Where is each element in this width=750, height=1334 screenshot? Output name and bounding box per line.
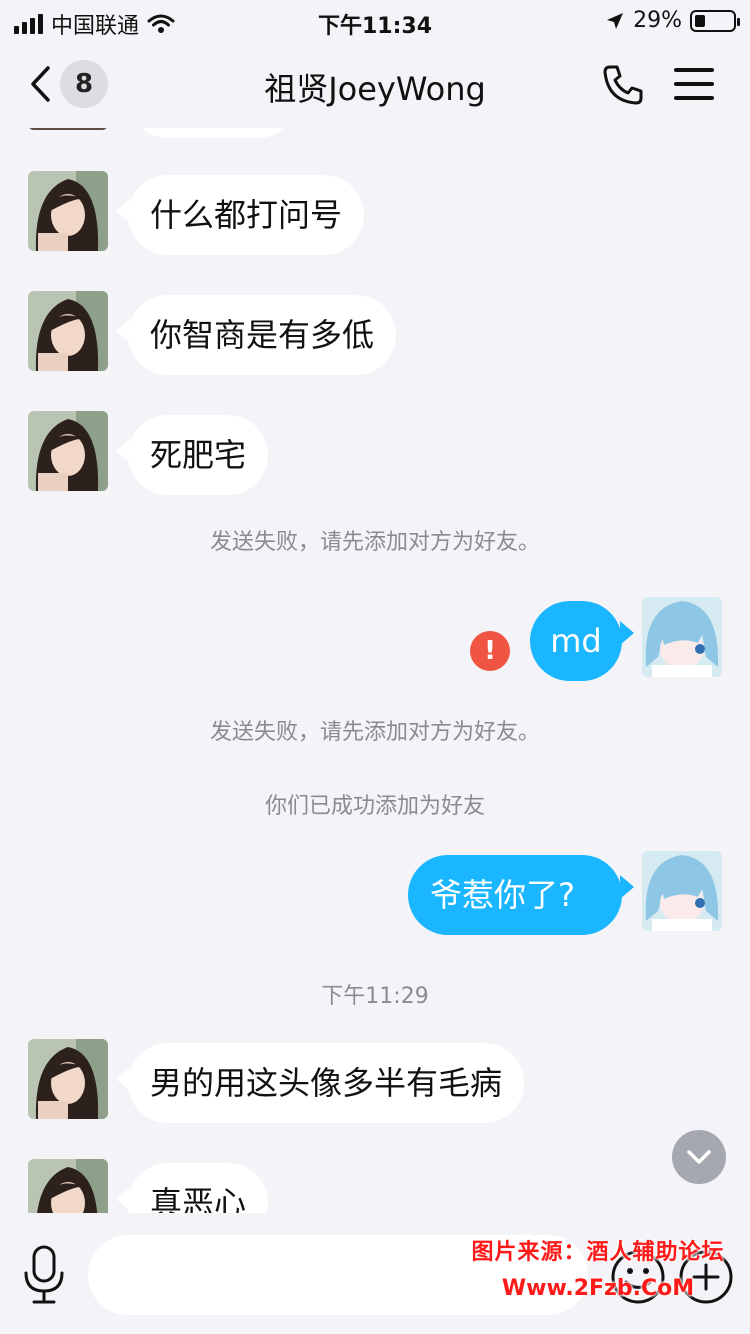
contact-avatar[interactable]	[28, 291, 108, 371]
location-arrow-icon	[607, 12, 624, 29]
contact-avatar[interactable]	[28, 171, 108, 251]
message-bubble[interactable]: 真恶心	[128, 1163, 269, 1213]
my-avatar[interactable]	[642, 597, 722, 677]
chat-screen: 中国联通 下午11:34 29% 8 祖贤JoeyWong 什么都打问号 你智商…	[0, 0, 750, 1334]
message-bubble[interactable]	[128, 128, 298, 138]
menu-icon[interactable]	[672, 64, 716, 104]
chevron-down-icon	[687, 1150, 711, 1164]
contact-avatar[interactable]	[28, 1039, 108, 1119]
watermark: 图片来源：酒人辅助论坛 Www.2Fzb.CoM	[458, 1234, 738, 1301]
contact-avatar[interactable]	[28, 1159, 108, 1213]
battery-icon	[690, 9, 740, 32]
message-bubble[interactable]: 什么都打问号	[128, 175, 365, 255]
phone-icon[interactable]	[600, 62, 646, 108]
system-notice: 发送失败，请先添加对方为好友。	[209, 530, 540, 555]
watermark-line-1: 图片来源：酒人辅助论坛	[471, 1240, 725, 1265]
message-bubble-outgoing[interactable]: md	[530, 601, 622, 681]
contact-avatar[interactable]	[28, 128, 108, 130]
watermark-line-2: Www.2Fzb.CoM	[501, 1276, 695, 1301]
message-bubble[interactable]: 死肥宅	[128, 415, 269, 495]
message-bubble[interactable]: 男的用这头像多半有毛病	[128, 1043, 525, 1123]
microphone-icon[interactable]	[18, 1245, 70, 1305]
my-avatar[interactable]	[642, 851, 722, 931]
system-notice: 发送失败，请先添加对方为好友。	[209, 720, 540, 745]
time-divider: 下午11:29	[321, 984, 429, 1009]
message-bubble[interactable]: 你智商是有多低	[128, 295, 397, 375]
scroll-to-bottom-button[interactable]	[672, 1130, 726, 1184]
message-bubble-outgoing[interactable]: 爷惹你了?	[408, 855, 622, 935]
status-bar: 中国联通 下午11:34 29%	[0, 0, 750, 42]
battery-percent: 29%	[633, 8, 682, 33]
nav-bar: 8 祖贤JoeyWong	[0, 42, 750, 128]
send-failed-icon[interactable]: !	[470, 631, 510, 671]
system-notice: 你们已成功添加为好友	[264, 794, 485, 819]
message-list[interactable]: 什么都打问号 你智商是有多低 死肥宅 发送失败，请先添加对方为好友。 ! md …	[0, 128, 750, 1213]
contact-avatar[interactable]	[28, 411, 108, 491]
